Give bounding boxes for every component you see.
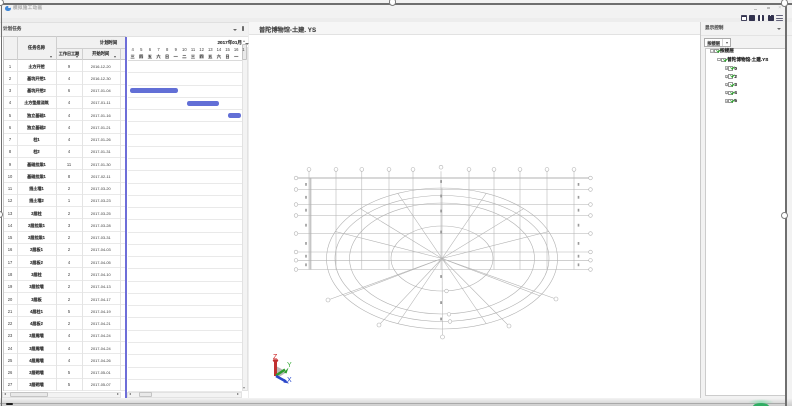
svg-text:Y: Y — [287, 362, 292, 369]
